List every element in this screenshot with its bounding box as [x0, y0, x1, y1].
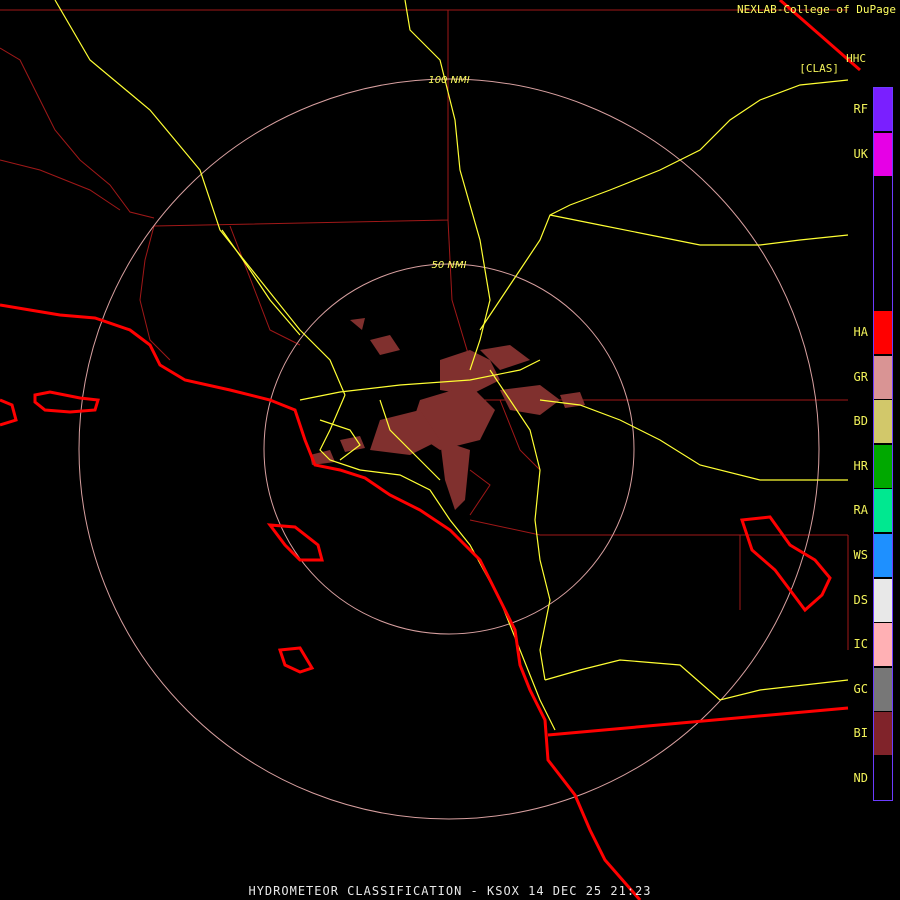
legend-swatch-gc: [874, 667, 892, 711]
legend-label-ws: WS: [853, 548, 868, 562]
legend-label-rf: RF: [853, 102, 868, 116]
legend-label-ds: DS: [853, 592, 868, 607]
radar-map[interactable]: 100 NMI 50 NMI: [0, 0, 900, 900]
legend-swatch-rf: [874, 88, 892, 131]
color-legend: [873, 87, 893, 801]
product-code: HHC: [846, 52, 866, 65]
legend-swatch-ra: [874, 489, 892, 533]
product-bracket: [CLAS]: [799, 62, 839, 75]
legend-label-ha: HA: [853, 325, 868, 339]
legend-label-gr: GR: [853, 369, 868, 384]
legend-swatch-ds: [874, 578, 892, 622]
legend-label-uk: UK: [853, 146, 868, 161]
legend-swatch-bd: [874, 400, 892, 444]
legend-swatch-ic: [874, 623, 892, 667]
ring-label-100: 100 NMI: [428, 75, 469, 86]
legend-swatch-ha: [874, 311, 892, 354]
legend-swatch-nd: [874, 757, 892, 800]
legend-swatch-ws: [874, 534, 892, 577]
legend-swatch-gr: [874, 355, 892, 399]
legend-label-ra: RA: [853, 503, 868, 518]
credit-text: NEXLAB-College of DuPage: [737, 3, 896, 16]
legend-label-bi: BI: [853, 726, 868, 741]
ring-label-50: 50 NMI: [432, 260, 467, 271]
coastline: [0, 0, 861, 900]
highways: [54, 0, 849, 731]
radar-display: 100 NMI 50 NMI NEXLAB-College of DuPage …: [0, 0, 900, 900]
legend-label-hr: HR: [853, 458, 868, 473]
legend-swatch-bi: [874, 712, 892, 756]
legend-label-nd: ND: [853, 771, 868, 785]
precip-echoes: [310, 318, 585, 510]
legend-label-gc: GC: [853, 681, 868, 696]
legend-swatch-uk: [874, 132, 892, 176]
footer-caption: HYDROMETEOR CLASSIFICATION - KSOX 14 DEC…: [248, 884, 652, 898]
legend-label-ic: IC: [853, 637, 868, 652]
legend-label-bd: BD: [853, 414, 868, 429]
legend-swatch-hr: [874, 444, 892, 488]
